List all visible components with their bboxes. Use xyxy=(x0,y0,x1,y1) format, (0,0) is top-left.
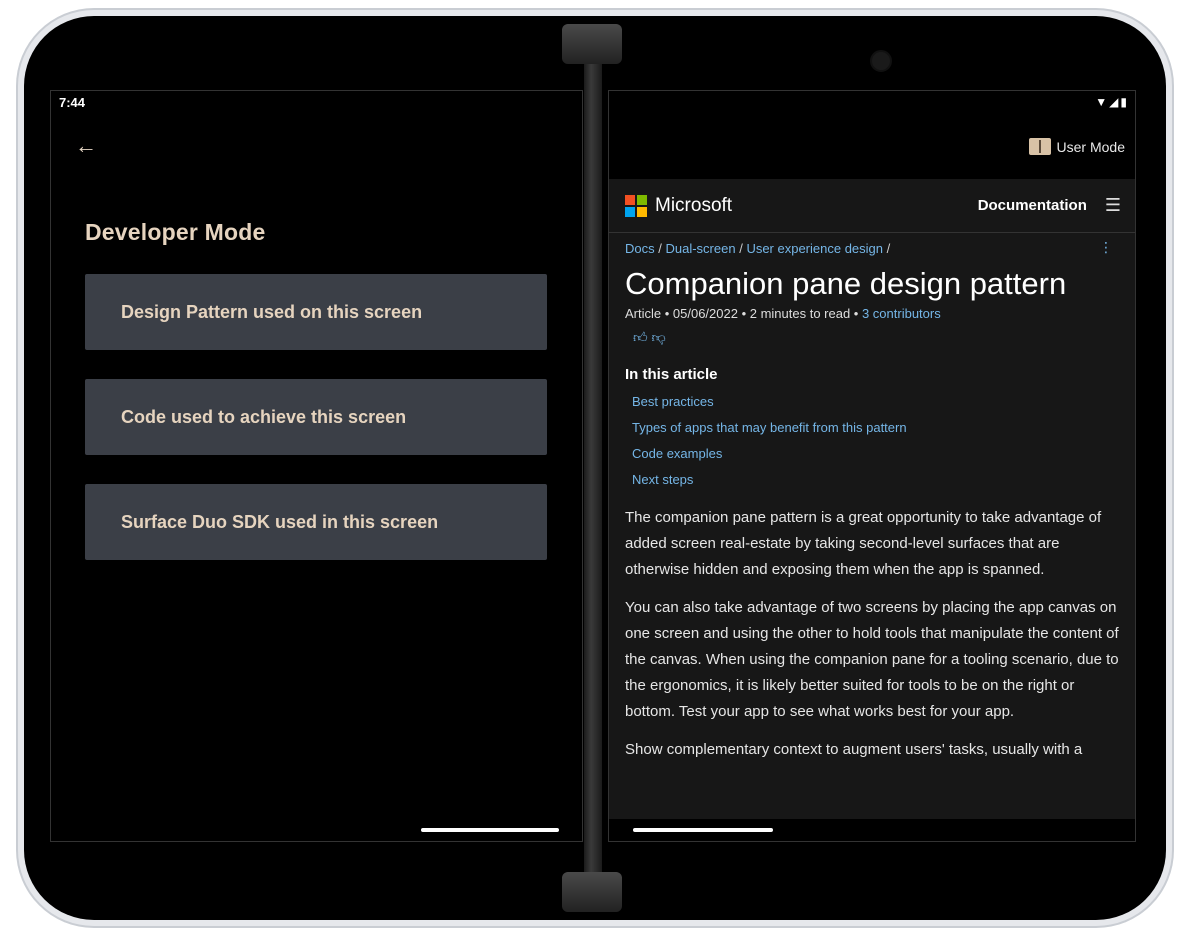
camera xyxy=(870,50,892,72)
left-screen: 7:44 ← Developer Mode Design Pattern use… xyxy=(50,90,583,842)
breadcrumb: Docs / Dual-screen / User experience des… xyxy=(609,233,1135,256)
paragraph: The companion pane pattern is a great op… xyxy=(625,509,1102,578)
crumb-ux-design[interactable]: User experience design xyxy=(746,241,883,256)
in-this-article-heading: In this article xyxy=(625,366,718,383)
hamburger-menu-icon[interactable]: ☰ xyxy=(1105,195,1121,216)
page-title: Developer Mode xyxy=(85,219,266,245)
more-options-icon[interactable]: ⋮ xyxy=(1099,239,1113,256)
toc-item-best-practices[interactable]: Best practices xyxy=(632,389,1135,415)
toc-list: Best practices Types of apps that may be… xyxy=(609,383,1135,493)
brand-name[interactable]: Microsoft xyxy=(655,195,732,217)
webview: Microsoft Documentation ☰ Docs / Dual-sc… xyxy=(609,179,1135,819)
user-mode-button[interactable]: User Mode xyxy=(1028,138,1125,155)
home-indicator[interactable] xyxy=(633,828,773,832)
logo-square-green xyxy=(637,194,647,205)
status-time: 7:44 xyxy=(59,95,86,110)
crumb-docs[interactable]: Docs xyxy=(625,241,655,256)
hinge xyxy=(584,40,602,896)
documentation-link[interactable]: Documentation xyxy=(978,197,1087,214)
hinge-cap-bottom xyxy=(562,872,622,912)
article-meta-text: Article • 05/06/2022 • 2 minutes to read… xyxy=(625,306,859,321)
toc-item-code-examples[interactable]: Code examples xyxy=(632,441,1135,467)
status-icons: ▼◢▮ xyxy=(1095,95,1129,109)
user-mode-label: User Mode xyxy=(1056,138,1125,155)
thumbs-up-icon[interactable]: 👍︎ xyxy=(633,329,648,345)
logo-square-blue xyxy=(625,206,635,217)
code-label: Code used to achieve this screen xyxy=(121,406,407,427)
article-meta: Article • 05/06/2022 • 2 minutes to read… xyxy=(609,302,1135,321)
article-title: Companion pane design pattern xyxy=(625,266,1067,301)
right-screen: ▼◢▮ User Mode Microsoft Documentation ☰ … xyxy=(608,90,1136,842)
feedback: 👍︎ 👎︎ xyxy=(609,321,1135,346)
contributors-link[interactable]: 3 contributors xyxy=(862,306,941,321)
sdk-button[interactable]: Surface Duo SDK used in this screen xyxy=(85,484,547,560)
microsoft-logo-icon[interactable] xyxy=(625,194,647,217)
crumb-dual-screen[interactable]: Dual-screen xyxy=(665,241,735,256)
thumbs-down-icon[interactable]: 👎︎ xyxy=(652,329,666,345)
logo-square-yellow xyxy=(637,206,647,217)
logo-square-red xyxy=(625,194,635,205)
book-icon xyxy=(1028,138,1051,155)
toc-item-types-of-apps[interactable]: Types of apps that may benefit from this… xyxy=(632,415,1135,441)
design-pattern-label: Design Pattern used on this screen xyxy=(121,301,423,322)
sdk-label: Surface Duo SDK used in this screen xyxy=(121,511,439,532)
site-header: Microsoft Documentation ☰ xyxy=(609,179,1135,233)
design-pattern-button[interactable]: Design Pattern used on this screen xyxy=(85,274,547,350)
crumb-separator: / xyxy=(886,241,891,256)
paragraph: Show complementary context to augment us… xyxy=(625,741,1083,758)
paragraph: You can also take advantage of two scree… xyxy=(625,599,1119,720)
code-button[interactable]: Code used to achieve this screen xyxy=(85,379,547,455)
back-arrow-icon[interactable]: ← xyxy=(75,133,97,159)
hinge-cap-top xyxy=(562,24,622,64)
toc-item-next-steps[interactable]: Next steps xyxy=(632,467,1135,493)
home-indicator[interactable] xyxy=(421,828,559,832)
